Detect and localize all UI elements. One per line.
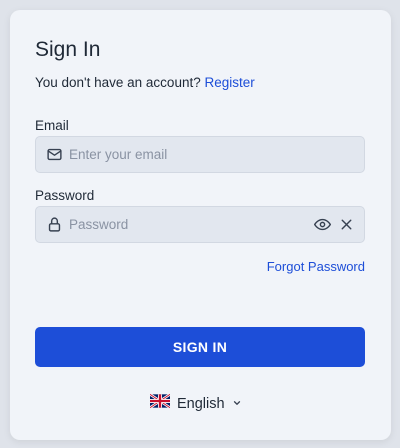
email-label: Email [35,118,69,133]
close-icon[interactable] [338,216,355,233]
forgot-password-link[interactable]: Forgot Password [267,259,365,274]
eye-icon[interactable] [314,216,331,233]
password-field-container[interactable] [35,206,365,243]
uk-flag-icon [149,393,171,413]
password-field[interactable] [69,207,299,242]
password-label: Password [35,188,95,203]
sign-in-card: Sign In You don't have an account? Regis… [10,10,391,440]
email-field[interactable] [69,137,299,172]
mail-icon [46,146,63,163]
account-prompt-text: You don't have an account? [35,75,201,90]
language-label: English [177,395,225,412]
email-field-container[interactable] [35,136,365,173]
page-title: Sign In [35,38,101,61]
lock-icon [46,216,63,233]
chevron-down-icon [232,395,242,413]
language-selector[interactable]: English [149,393,242,413]
account-prompt: You don't have an account? Register [35,75,255,90]
sign-in-button[interactable]: SIGN IN [35,327,365,367]
register-link[interactable]: Register [204,75,254,90]
